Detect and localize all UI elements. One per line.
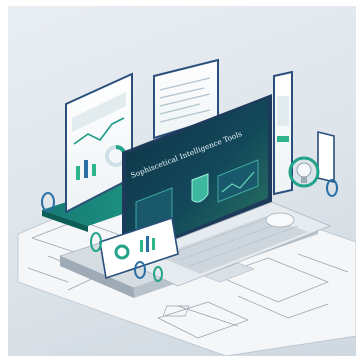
illustration-scene: Sophiscetical Intelligence Tools [8, 6, 356, 356]
floating-card-far-right [317, 130, 335, 184]
isometric-illustration: Sophiscetical Intelligence Tools [17, 58, 356, 356]
lightbulb-icon [288, 156, 320, 188]
mouse-icon [265, 212, 295, 228]
